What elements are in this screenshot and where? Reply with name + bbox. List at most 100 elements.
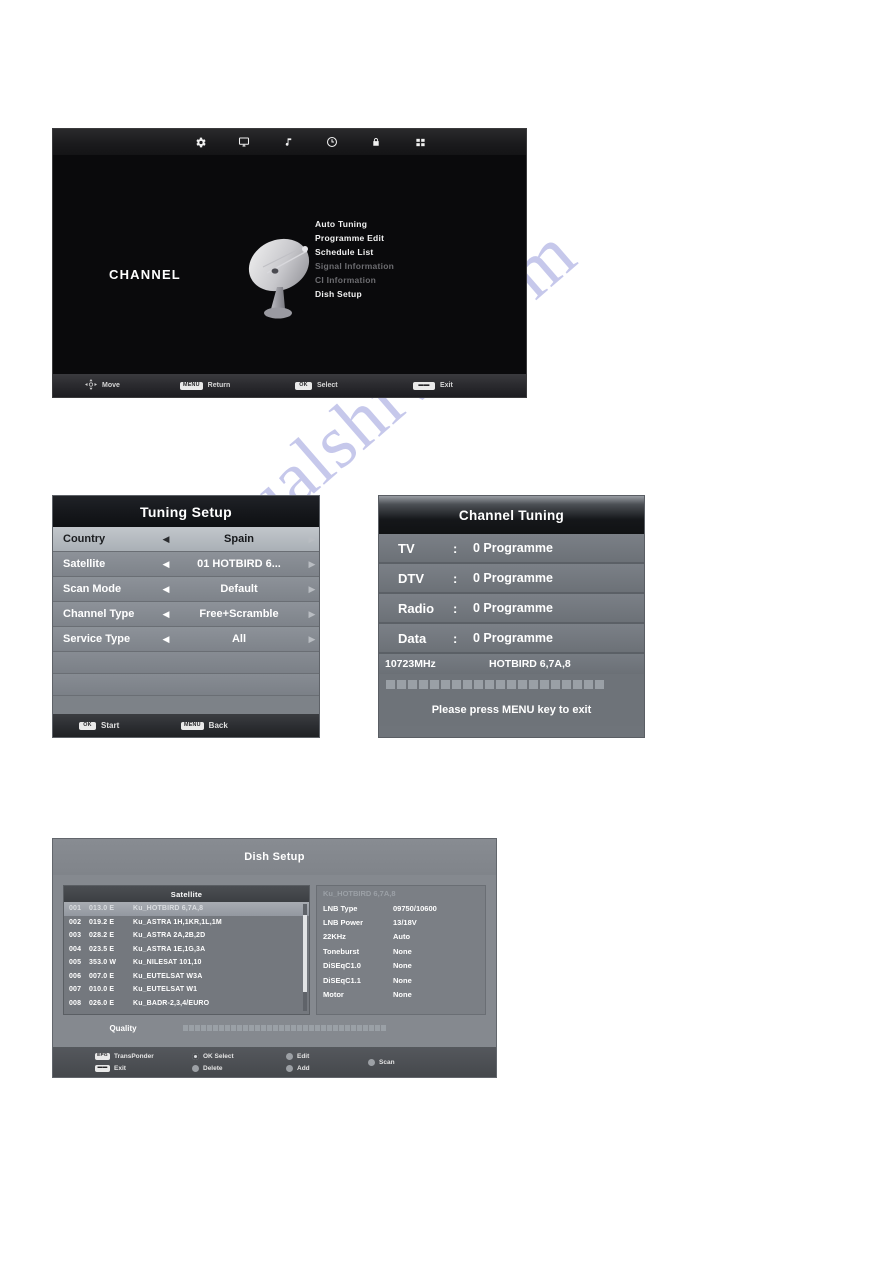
footer-action-ok-select[interactable]: OK Select [192,1052,286,1061]
progress-block [584,679,593,689]
satellite-list-item[interactable]: 002 019.2 E Ku_ASTRA 1H,1KR,1L,1M [64,916,309,930]
quality-block [267,1025,272,1031]
footer-action-edit[interactable]: Edit [286,1052,368,1061]
lnb-row-lnb-power-value: 13/18V [393,918,417,928]
satellite-list-item[interactable]: 005 353.0 W Ku_NILESAT 101,10 [64,956,309,970]
left-arrow-icon[interactable]: ◀ [159,634,173,644]
footer-hint-return[interactable]: MENU Return [171,381,289,390]
edit-button-icon [286,1052,293,1060]
channel-tuning-row-dtv: DTV : 0 Programme [379,564,644,594]
quality-block [363,1025,368,1031]
footer-hint-move[interactable]: Move [53,379,171,392]
left-arrow-icon[interactable]: ◀ [159,534,173,544]
satellite-list-scrollbar[interactable] [303,904,307,1011]
music-note-icon[interactable] [266,130,310,154]
menu-item-schedule-list[interactable]: Schedule List [315,245,495,259]
footer-hint-start[interactable]: OK Start [53,721,171,730]
add-button-icon [286,1064,293,1072]
satellite-list-item[interactable]: 007 010.0 E Ku_EUTELSAT W1 [64,983,309,997]
monitor-icon[interactable] [222,130,266,154]
progress-block [430,679,439,689]
lnb-row-lnb-type[interactable]: LNB Type 09750/10600 [317,901,485,915]
menu-item-signal-information: Signal Information [315,261,395,271]
gear-icon[interactable] [178,130,222,154]
lnb-row-motor-key: Motor [323,990,344,1000]
satellite-list-item[interactable]: 008 026.0 E Ku_BADR-2,3,4/EURO [64,997,309,1011]
left-arrow-icon[interactable]: ◀ [159,609,173,619]
lnb-row-22khz-key: 22KHz [323,932,346,942]
tuning-row-country[interactable]: Country ◀ Spain ▶ [53,527,319,552]
quality-block [279,1025,284,1031]
ok-key-cap: OK [79,721,96,730]
tuning-setup-rows: Country ◀ Spain ▶ Satellite ◀ 01 HOTBIRD… [53,527,319,696]
separator-colon: : [453,570,458,586]
separator-colon: : [453,630,458,646]
lnb-row-diseqc11[interactable]: DiSEqC1.1 None [317,973,485,987]
ok-key-cap: OK [295,381,312,390]
menu-item-programme-edit[interactable]: Programme Edit [315,231,495,245]
quality-block [255,1025,260,1031]
quality-block [249,1025,254,1031]
footer-hint-return-label: Return [207,382,231,389]
channel-tuning-row-radio-label: Radio [398,600,435,616]
tuning-row-satellite-value: 01 HOTBIRD 6... [197,558,281,570]
satellite-index: 004 [69,945,82,953]
right-arrow-icon[interactable]: ▶ [305,634,319,644]
tuning-row-empty [53,652,319,674]
satellite-list-item[interactable]: 003 028.2 E Ku_ASTRA 2A,2B,2D [64,929,309,943]
satellite-index: 006 [69,972,82,980]
footer-hint-back[interactable]: MENU Back [171,721,289,730]
lock-icon[interactable] [354,130,398,154]
scrollbar-thumb[interactable] [303,914,307,992]
lnb-row-22khz[interactable]: 22KHz Auto [317,930,485,944]
right-arrow-icon[interactable]: ▶ [305,559,319,569]
satellite-list[interactable]: 001 013.0 E Ku_HOTBIRD 6,7A,8 002 019.2 E Ku_… [64,902,309,1014]
satellite-list-item[interactable]: 006 007.0 E Ku_EUTELSAT W3A [64,970,309,984]
channel-menu-screen: CHANNEL Auto Tuning Programme Edit Sched… [52,128,527,398]
progress-block [518,679,527,689]
footer-action-add[interactable]: Add [286,1064,368,1073]
quality-block [243,1025,248,1031]
right-arrow-icon[interactable]: ▶ [305,584,319,594]
tuning-row-channel-type[interactable]: Channel Type ◀ Free+Scramble ▶ [53,602,319,627]
quality-block [321,1025,326,1031]
signal-quality-bar [183,1025,486,1031]
left-arrow-icon[interactable]: ◀ [159,584,173,594]
left-arrow-icon[interactable]: ◀ [159,559,173,569]
tuning-row-satellite[interactable]: Satellite ◀ 01 HOTBIRD 6... ▶ [53,552,319,577]
channel-tuning-row-tv-value: 0 Programme [473,541,553,555]
tuning-row-scan-mode[interactable]: Scan Mode ◀ Default ▶ [53,577,319,602]
menu-item-dish-setup[interactable]: Dish Setup [315,287,495,301]
progress-block [452,679,461,689]
grid-icon[interactable] [398,130,442,154]
exit-key-cap: ▬▬ [95,1064,110,1072]
footer-action-delete[interactable]: Delete [192,1064,286,1073]
menu-key-cap: MENU [180,381,203,390]
satellite-list-item[interactable]: 004 023.5 E Ku_ASTRA 1E,1G,3A [64,943,309,957]
lnb-row-lnb-power[interactable]: LNB Power 13/18V [317,915,485,929]
quality-block [285,1025,290,1031]
clock-icon[interactable] [310,130,354,154]
right-arrow-icon[interactable]: ▶ [305,609,319,619]
quality-block [261,1025,266,1031]
footer-action-scan[interactable]: Scan [368,1058,438,1067]
footer-action-exit[interactable]: ▬▬ Exit [95,1064,192,1073]
channel-tuning-row-radio-value: 0 Programme [473,601,553,615]
quality-block [195,1025,200,1031]
menu-item-auto-tuning[interactable]: Auto Tuning [315,217,495,231]
footer-hint-exit[interactable]: ▬▬ Exit [407,381,525,390]
tuning-row-service-type[interactable]: Service Type ◀ All ▶ [53,627,319,652]
channel-tuning-row-data: Data : 0 Programme [379,624,644,654]
satellite-list-item[interactable]: 001 013.0 E Ku_HOTBIRD 6,7A,8 [64,902,309,916]
quality-block [369,1025,374,1031]
lnb-row-motor[interactable]: Motor None [317,987,485,1001]
lnb-row-diseqc10[interactable]: DiSEqC1.0 None [317,959,485,973]
lnb-row-toneburst-value: None [393,946,412,956]
satellite-position: 010.0 E [89,986,115,994]
footer-action-transponder[interactable]: EPG TransPonder [95,1052,192,1061]
footer-hint-select[interactable]: OK Select [289,381,407,390]
satellite-name: Ku_ASTRA 1H,1KR,1L,1M [133,918,222,926]
right-arrow-icon[interactable]: ▶ [305,534,319,544]
footer-column-2: OK Select Delete [192,1052,286,1073]
lnb-row-toneburst[interactable]: Toneburst None [317,944,485,958]
